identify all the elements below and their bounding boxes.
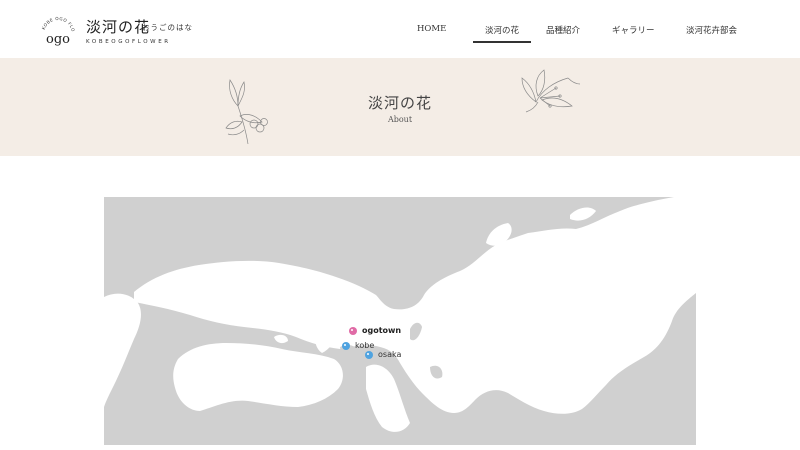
nav-gallery[interactable]: ギャラリー: [612, 24, 655, 36]
pin-label: kobe: [355, 341, 375, 350]
map-pin-kobe[interactable]: kobe: [342, 341, 374, 350]
location-map[interactable]: ogotown kobe osaka: [104, 197, 696, 445]
nav-about[interactable]: 淡河の花: [472, 24, 532, 43]
nav-home[interactable]: HOME: [417, 24, 446, 34]
pin-label: ogotown: [362, 326, 402, 335]
map-pin-osaka[interactable]: osaka: [365, 350, 401, 359]
nav-varieties[interactable]: 品種紹介: [546, 24, 580, 36]
page-hero: 淡河の花 About: [0, 58, 800, 156]
map-land-shapes: [104, 197, 696, 432]
pin-marker-icon: [365, 350, 373, 359]
main-nav: HOME 淡河の花 品種紹介 ギャラリー 淡河花卉部会: [0, 0, 800, 58]
page-subtitle: About: [387, 115, 413, 124]
pin-marker-icon: [342, 341, 350, 350]
pin-label: osaka: [378, 350, 402, 359]
nav-association[interactable]: 淡河花卉部会: [686, 24, 737, 36]
site-header: KOBE OGO FLOWER ogo 淡河の花 おうごのはな KOBEOGOF…: [0, 0, 800, 58]
map-pin-ogotown[interactable]: ogotown: [349, 326, 401, 335]
page-title: 淡河の花: [367, 94, 432, 112]
pin-marker-icon: [349, 326, 357, 335]
